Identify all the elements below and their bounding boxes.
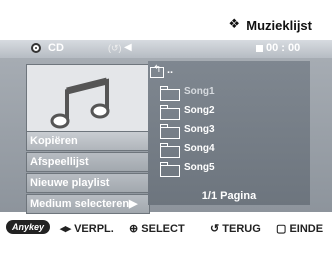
header: ❖ Muzieklijst — [0, 0, 332, 38]
parent-folder-label: .. — [167, 64, 174, 76]
pagination: 1/1 Pagina — [201, 190, 257, 202]
disc-label: CD — [48, 42, 64, 54]
footer-bar: Anykey ◂▸ VERPL. ⊕ SELECT ↺ TERUG ▢ EIND… — [0, 214, 332, 256]
status-bar: CD (↺) ◀ 00 : 00 — [0, 40, 332, 58]
page-title: Muzieklijst — [246, 18, 312, 33]
playlist-menu-item[interactable]: Afspeellijst — [26, 152, 150, 172]
music-note-icon — [26, 64, 150, 136]
return-button[interactable]: ↺ TERUG — [210, 222, 261, 235]
song-label: Song4 — [184, 143, 215, 154]
song-label: Song1 — [184, 86, 215, 97]
repeat-icon: (↺) — [108, 43, 122, 53]
options-menu: Kopiëren Afspeellijst Nieuwe playlist Me… — [26, 130, 150, 214]
disc-icon — [31, 43, 41, 53]
file-list: ↰ .. Song1 Song2 Song3 Song4 Song5 1/1 P… — [148, 61, 310, 205]
select-media-menu-item[interactable]: Medium selecteren▶ — [26, 194, 150, 214]
folder-icon — [160, 143, 180, 158]
song-label: Song5 — [184, 162, 215, 173]
song-label: Song3 — [184, 124, 215, 135]
folder-icon — [160, 124, 180, 139]
exit-button[interactable]: ▢ EINDE — [276, 222, 323, 235]
copy-menu-item[interactable]: Kopiëren — [26, 131, 150, 151]
list-item[interactable]: Song5 — [160, 161, 300, 179]
time-display: 00 : 00 — [266, 42, 301, 54]
move-button[interactable]: ◂▸ VERPL. — [60, 222, 114, 235]
stop-icon — [256, 45, 263, 52]
anykey-button[interactable]: Anykey — [6, 220, 50, 234]
screen: ❖ Muzieklijst CD (↺) ◀ 00 : 00 Kopiëren … — [0, 0, 332, 256]
select-button[interactable]: ⊕ SELECT — [129, 222, 185, 235]
play-icon: ◀ — [124, 42, 132, 53]
song-label: Song2 — [184, 105, 215, 116]
list-item[interactable]: Song4 — [160, 142, 300, 160]
folder-icon — [160, 86, 180, 101]
list-item[interactable]: Song1 — [160, 85, 300, 103]
parent-folder-icon: ↰ — [150, 64, 164, 78]
folder-icon — [160, 162, 180, 177]
main-panel: Kopiëren Afspeellijst Nieuwe playlist Me… — [0, 58, 332, 214]
diamond-icon: ❖ — [228, 16, 240, 31]
folder-icon — [160, 105, 180, 120]
list-item[interactable]: Song2 — [160, 104, 300, 122]
list-item[interactable]: Song3 — [160, 123, 300, 141]
new-playlist-menu-item[interactable]: Nieuwe playlist — [26, 173, 150, 193]
